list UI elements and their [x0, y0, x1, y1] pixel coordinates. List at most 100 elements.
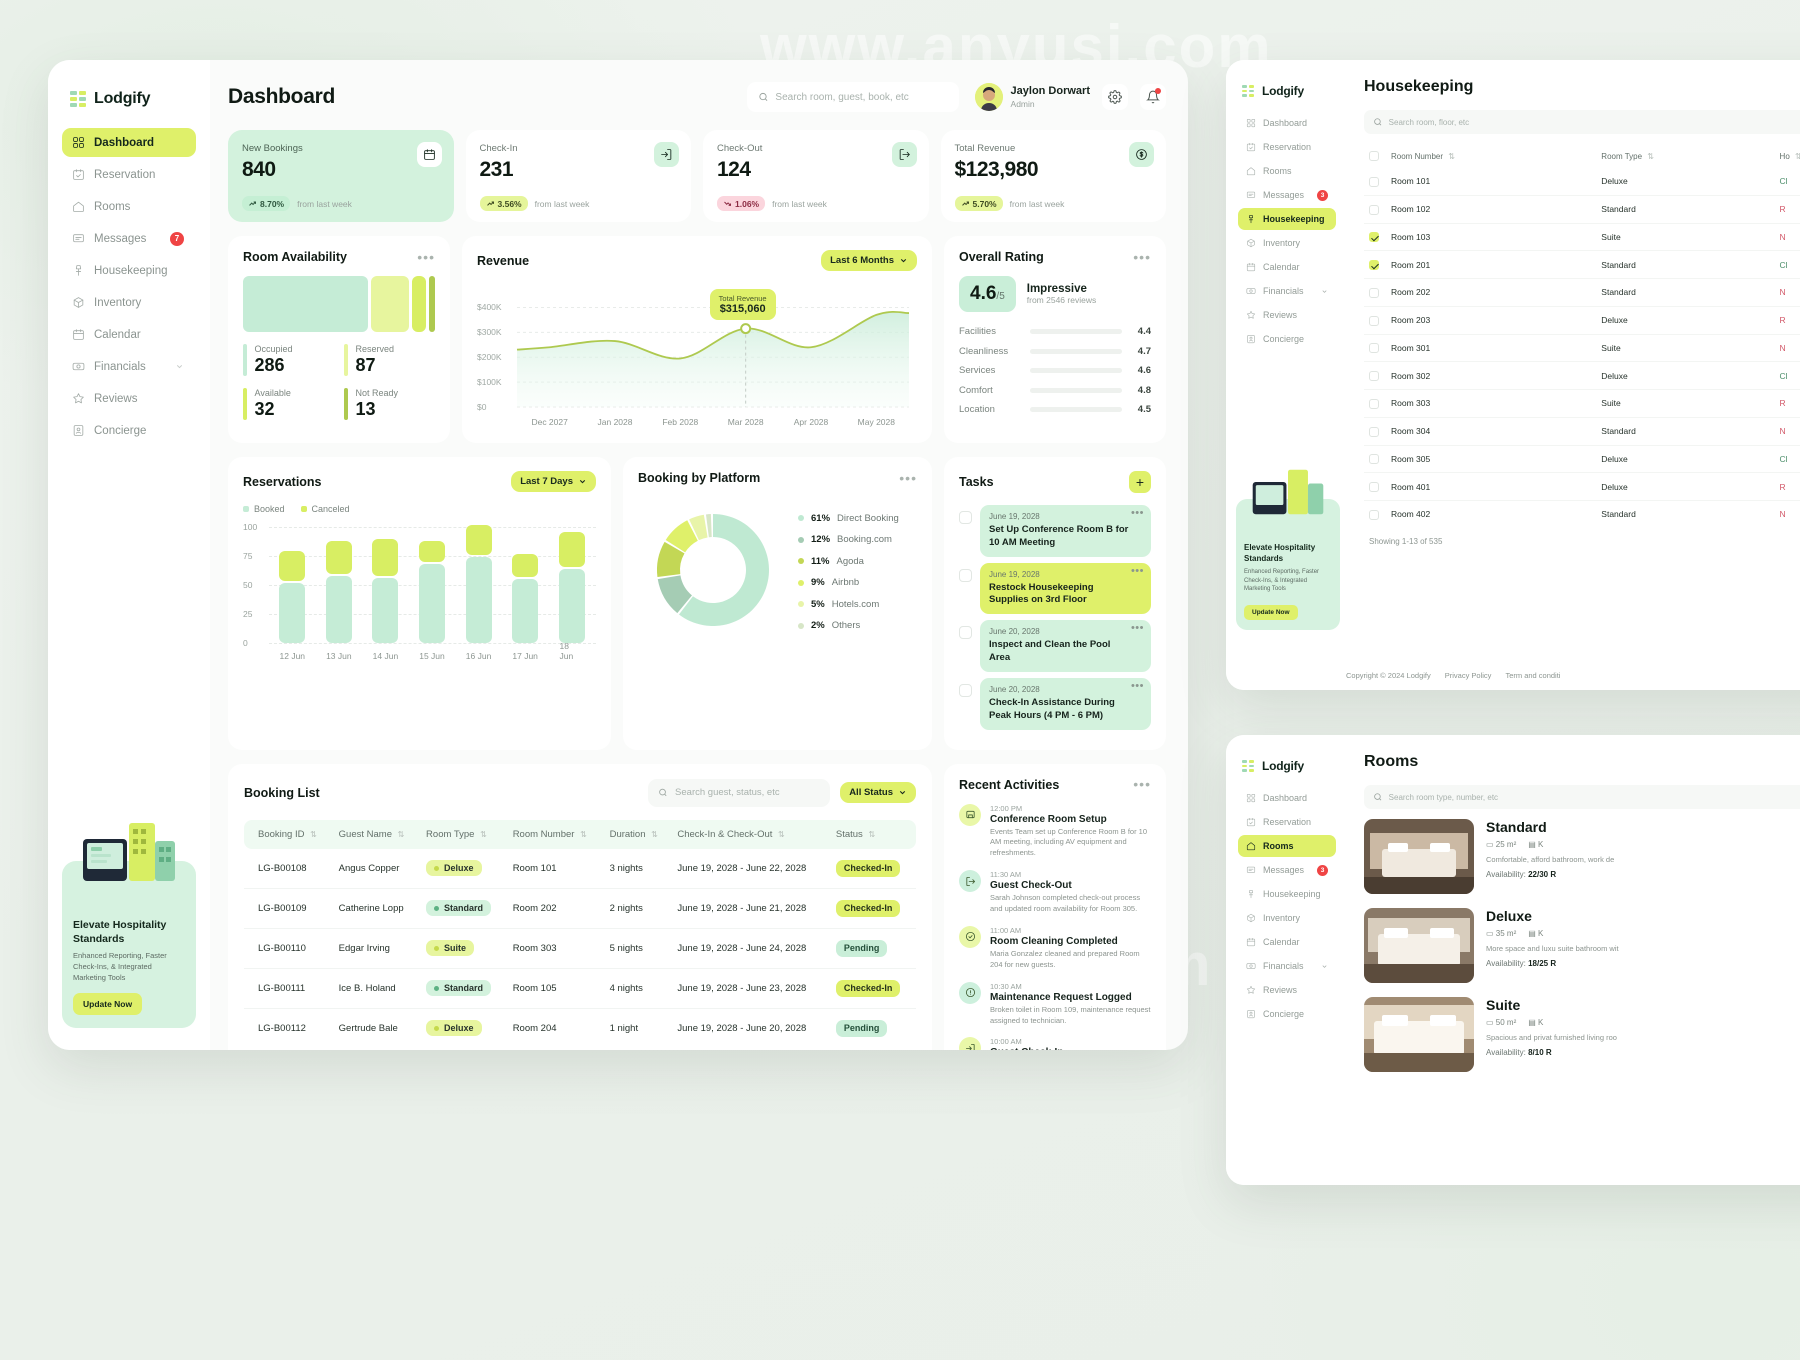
column-header[interactable]: Guest Name ⇅ [333, 820, 420, 849]
cell-select[interactable] [1364, 501, 1386, 528]
row-checkbox[interactable] [1369, 454, 1379, 465]
row-checkbox[interactable] [1369, 343, 1379, 354]
notifications-button[interactable] [1140, 84, 1166, 110]
table-row[interactable]: LG-B00111 Ice B. Holand Standard Room 10… [244, 968, 916, 1009]
table-row[interactable]: Room 102 Standard R [1364, 195, 1800, 224]
sidebar-item-concierge[interactable]: Concierge [1238, 328, 1336, 350]
sidebar-item-financials[interactable]: Financials [1238, 955, 1336, 977]
sidebar-item-calendar[interactable]: Calendar [1238, 256, 1336, 278]
select-all-checkbox[interactable] [1369, 151, 1379, 161]
sort-icon[interactable]: ⇅ [1795, 152, 1800, 161]
task-menu[interactable]: ••• [1131, 623, 1144, 633]
sidebar-item-messages[interactable]: Messages 3 [1238, 859, 1336, 881]
row-checkbox[interactable] [1369, 371, 1379, 381]
task-checkbox[interactable] [959, 683, 972, 697]
sidebar-item-reviews[interactable]: Reviews [62, 384, 196, 413]
task-checkbox[interactable] [959, 511, 972, 524]
table-row[interactable]: Room 402 Standard N [1364, 501, 1800, 528]
cell-select[interactable] [1364, 334, 1386, 363]
sort-icon[interactable]: ⇅ [868, 830, 875, 839]
booking-platform-menu[interactable]: ••• [899, 470, 917, 485]
column-header[interactable]: Room Type ⇅ [420, 820, 507, 849]
booking-list-status-filter[interactable]: All Status [840, 782, 916, 803]
sort-icon[interactable]: ⇅ [1647, 152, 1654, 161]
sidebar-item-financials[interactable]: Financials [1238, 280, 1336, 302]
table-row[interactable]: LG-B00109 Catherine Lopp Standard Room 2… [244, 888, 916, 929]
table-row[interactable]: LG-B00110 Edgar Irving Suite Room 303 5 … [244, 928, 916, 969]
row-checkbox[interactable] [1369, 398, 1379, 409]
column-header[interactable]: Check-In & Check-Out ⇅ [671, 820, 830, 849]
table-row[interactable]: Room 303 Suite R [1364, 389, 1800, 418]
task-menu[interactable]: ••• [1131, 681, 1144, 691]
user-profile[interactable]: Jaylon Dorwart Admin [974, 83, 1090, 111]
overall-rating-menu[interactable]: ••• [1133, 249, 1151, 264]
cell-select[interactable] [1364, 389, 1386, 418]
rooms-search[interactable] [1364, 785, 1800, 809]
row-checkbox[interactable] [1369, 482, 1379, 492]
row-checkbox[interactable] [1369, 509, 1379, 520]
task-menu[interactable]: ••• [1131, 508, 1144, 518]
cell-select[interactable] [1364, 223, 1386, 252]
cell-select[interactable] [1364, 168, 1386, 196]
sidebar-item-housekeeping[interactable]: Housekeeping [62, 256, 196, 285]
task-item[interactable]: June 20, 2028 Check-In Assistance During… [959, 677, 1151, 730]
sidebar-item-concierge[interactable]: Concierge [1238, 1003, 1336, 1025]
sort-icon[interactable]: ⇅ [651, 830, 658, 839]
sidebar-item-inventory[interactable]: Inventory [1238, 232, 1336, 254]
sidebar-item-dashboard[interactable]: Dashboard [1238, 787, 1336, 809]
task-checkbox[interactable] [959, 568, 972, 582]
search-input[interactable] [775, 91, 948, 103]
sidebar-item-inventory[interactable]: Inventory [1238, 907, 1336, 929]
recent-activities-menu[interactable]: ••• [1133, 777, 1151, 792]
settings-button[interactable] [1102, 84, 1128, 110]
reservations-range-dropdown[interactable]: Last 7 Days [511, 471, 596, 492]
task-item[interactable]: June 20, 2028 Inspect and Clean the Pool… [959, 620, 1151, 672]
sort-icon[interactable]: ⇅ [580, 830, 587, 839]
booking-list-search-input[interactable] [675, 787, 821, 798]
room-type-card[interactable]: Standard ▭ 25 m² ▤ K Comfortable, afford … [1364, 819, 1800, 894]
table-row[interactable]: Room 103 Suite N [1364, 223, 1800, 252]
booking-list-search[interactable] [648, 778, 831, 807]
sidebar-item-reviews[interactable]: Reviews [1238, 304, 1336, 326]
row-checkbox[interactable] [1369, 204, 1379, 215]
sidebar-item-housekeeping[interactable]: Housekeeping [1238, 208, 1336, 230]
table-row[interactable]: LG-B00112 Gertrude Bale Deluxe Room 204 … [244, 1008, 916, 1048]
task-item[interactable]: June 19, 2028 Restock Housekeeping Suppl… [959, 562, 1151, 615]
revenue-range-dropdown[interactable]: Last 6 Months [821, 250, 917, 271]
column-header[interactable]: Booking ID ⇅ [244, 820, 333, 849]
table-row[interactable]: Room 304 Standard N [1364, 417, 1800, 446]
housekeeping-search-input[interactable] [1388, 117, 1800, 127]
sort-icon[interactable]: ⇅ [778, 830, 785, 839]
sidebar-item-rooms[interactable]: Rooms [62, 192, 196, 221]
table-row[interactable]: Room 201 Standard Cl [1364, 250, 1800, 279]
row-checkbox[interactable] [1369, 287, 1379, 298]
sidebar-item-financials[interactable]: Financials [62, 352, 196, 381]
cell-select[interactable] [1364, 306, 1386, 335]
sort-icon[interactable]: ⇅ [1448, 152, 1455, 161]
room-type-card[interactable]: Suite ▭ 50 m² ▤ K Spacious and privat fur… [1364, 997, 1800, 1072]
room-availability-menu[interactable]: ••• [417, 249, 435, 264]
table-row[interactable]: Room 202 Standard N [1364, 278, 1800, 307]
sidebar-item-reservation[interactable]: Reservation [1238, 136, 1336, 158]
sidebar-item-housekeeping[interactable]: Housekeeping [1238, 883, 1336, 905]
column-header[interactable]: Room Type ⇅ [1596, 144, 1774, 168]
sort-icon[interactable]: ⇅ [480, 830, 487, 839]
promo-update-button[interactable]: Update Now [1244, 605, 1298, 620]
column-header[interactable]: Room Number ⇅ [1386, 144, 1596, 168]
table-row[interactable]: LG-B00108 Angus Copper Deluxe Room 101 3… [244, 848, 916, 889]
column-header[interactable]: Status ⇅ [830, 820, 916, 849]
sidebar-item-messages[interactable]: Messages 3 [1238, 184, 1336, 206]
task-menu[interactable]: ••• [1131, 565, 1144, 575]
sidebar-item-rooms[interactable]: Rooms [1238, 835, 1336, 857]
table-row[interactable]: Room 101 Deluxe Cl [1364, 168, 1800, 196]
row-checkbox[interactable] [1369, 315, 1379, 326]
row-checkbox[interactable] [1369, 426, 1379, 437]
rooms-search-input[interactable] [1388, 792, 1800, 802]
housekeeping-link-privacy[interactable]: Privacy Policy [1445, 671, 1492, 680]
table-row[interactable]: Room 301 Suite N [1364, 334, 1800, 363]
cell-select[interactable] [1364, 472, 1386, 501]
cell-select[interactable] [1364, 250, 1386, 279]
room-type-card[interactable]: Deluxe ▭ 35 m² ▤ K More space and luxu su… [1364, 908, 1800, 983]
row-checkbox[interactable] [1369, 176, 1379, 187]
sidebar-item-calendar[interactable]: Calendar [1238, 931, 1336, 953]
